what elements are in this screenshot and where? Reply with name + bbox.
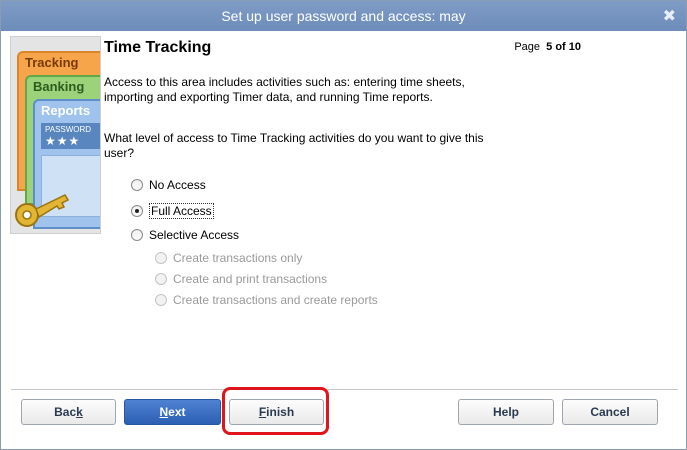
button-accelerator: N	[159, 405, 169, 419]
radio-label: Create transactions and create reports	[173, 293, 378, 307]
radio-label: Create and print transactions	[173, 272, 328, 286]
radio-create-and-reports: Create transactions and create reports	[155, 293, 378, 307]
password-box-graphic: PASSWORD ★★★	[41, 123, 100, 149]
radio-button-disabled	[155, 294, 167, 306]
radio-full-access[interactable]: Full Access	[131, 203, 214, 219]
radio-label: Full Access	[149, 203, 214, 219]
radio-create-transactions-only: Create transactions only	[155, 251, 302, 265]
page-label: Page	[514, 41, 541, 53]
radio-no-access[interactable]: No Access	[131, 178, 206, 192]
button-accelerator: k	[76, 405, 83, 419]
help-button[interactable]: Help	[458, 399, 554, 425]
button-label: Bac	[54, 405, 77, 419]
radio-label: Create transactions only	[173, 251, 303, 265]
password-label-graphic: PASSWORD	[45, 125, 92, 134]
radio-selective-access[interactable]: Selective Access	[131, 228, 239, 242]
access-illustration: Tracking Banking Reports PASSWORD ★★★	[10, 36, 101, 234]
radio-label: No Access	[149, 178, 206, 192]
radio-button-selected[interactable]	[131, 205, 143, 217]
next-button[interactable]: Next	[124, 399, 221, 425]
title-bar[interactable]: Set up user password and access: may ✖	[1, 1, 686, 31]
setup-user-dialog: Set up user password and access: may ✖ T…	[0, 0, 687, 450]
radio-label: Selective Access	[149, 228, 240, 242]
button-label: inish	[266, 405, 295, 419]
radio-button[interactable]	[131, 229, 143, 241]
section-heading: Time Tracking	[104, 39, 212, 56]
finish-button[interactable]: Finish	[229, 399, 324, 425]
description-text: Access to this area includes activities …	[104, 75, 465, 104]
footer-divider	[11, 389, 678, 390]
back-button[interactable]: Bac k	[21, 399, 116, 425]
password-mask-graphic: ★★★	[45, 134, 81, 148]
radio-button-disabled	[155, 273, 167, 285]
button-accelerator: F	[258, 405, 267, 419]
radio-button-disabled	[155, 252, 167, 264]
button-label: ext	[168, 405, 186, 419]
radio-create-and-print: Create and print transactions	[155, 272, 327, 286]
page-number: 5 of 10	[546, 41, 581, 53]
page-indicator: Page 5 of 10	[514, 41, 581, 53]
window-title: Set up user password and access: may	[221, 8, 466, 24]
key-icon	[15, 194, 70, 227]
close-icon[interactable]: ✖	[663, 6, 676, 26]
dialog-content: Tracking Banking Reports PASSWORD ★★★ Ti…	[9, 31, 680, 389]
radio-button[interactable]	[131, 179, 143, 191]
cancel-button[interactable]: Cancel	[562, 399, 658, 425]
question-text: What level of access to Time Tracking ac…	[104, 131, 484, 160]
